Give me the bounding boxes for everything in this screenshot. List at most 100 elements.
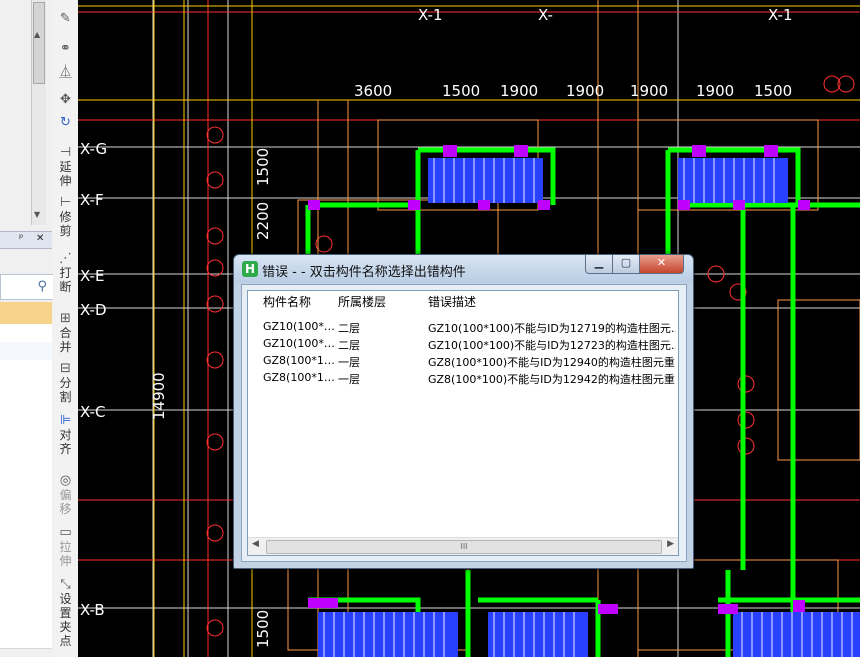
scroll-down-arrow-icon[interactable]: ▼	[34, 210, 40, 219]
list-item[interactable]	[0, 468, 52, 487]
minimize-icon: ▁	[594, 256, 604, 269]
dim-label: 14900	[150, 372, 168, 420]
merge-label-2: 并	[59, 340, 72, 354]
trim-icon: ⊢	[59, 195, 72, 210]
dim-label: 1500	[442, 82, 480, 100]
offset-button[interactable]: ◎ 偏移	[53, 474, 78, 517]
scroll-right-icon[interactable]: ▶	[667, 539, 674, 549]
error-dialog: H 错误 - - 双击构件名称选择出错构件 ▁ ▢ ✕ 构件名称 所属楼层 错误…	[233, 254, 694, 569]
dialog-client-area: 构件名称 所属楼层 错误描述 GZ10(100*… 二层 GZ10(100*10…	[241, 284, 687, 562]
pen-icon: ✎	[60, 11, 71, 26]
cell-name[interactable]: GZ10(100*…	[263, 337, 335, 350]
split-label-2: 割	[59, 390, 72, 404]
split-label-1: 分	[59, 376, 72, 390]
cell-floor: 一层	[338, 373, 360, 386]
list-item[interactable]	[0, 540, 52, 559]
minimize-button[interactable]: ▁	[585, 255, 613, 274]
list-item[interactable]	[0, 414, 52, 433]
axis-label: X-G	[80, 140, 107, 158]
split-icon: ⊟	[60, 361, 71, 376]
move-icon: ✥	[60, 92, 71, 107]
pin-icon[interactable]: ᵖ	[19, 233, 23, 244]
cell-desc: GZ10(100*100)不能与ID为12719的构造柱图元…	[428, 322, 676, 335]
stretch-icon: ▭	[59, 525, 72, 540]
axis-label: X-E	[80, 267, 104, 285]
set-grip-button[interactable]: ⤡ 设置夹点	[53, 577, 78, 649]
cell-floor: 一层	[338, 356, 360, 369]
panel-selected-row[interactable]	[0, 302, 52, 325]
stretch-label-2: 伸	[59, 554, 72, 568]
grip-label-1: 设	[59, 592, 72, 606]
list-item[interactable]	[0, 486, 52, 505]
axis-label: X-D	[80, 301, 107, 319]
list-item[interactable]	[0, 612, 52, 631]
scroll-thumb[interactable]: III	[266, 540, 662, 554]
column-header-desc[interactable]: 错误描述	[428, 293, 476, 310]
search-icon[interactable]: ⚲	[37, 279, 47, 294]
mirror-icon: ⏅	[58, 65, 72, 80]
copy-icon: ⚭	[60, 41, 71, 56]
list-item[interactable]	[0, 504, 52, 523]
left-dock-panel: ▲ ▼ ᵖ ✕ ⚲	[0, 0, 54, 657]
scroll-up-arrow-icon[interactable]: ▲	[34, 30, 40, 39]
merge-label-1: 合	[59, 326, 72, 340]
align-button[interactable]: ⊫ 对齐	[53, 413, 78, 457]
panel-scroll-thumb[interactable]	[33, 2, 45, 84]
list-item[interactable]	[0, 450, 52, 469]
list-item[interactable]	[0, 360, 52, 379]
rotate-icon: ↻	[60, 115, 71, 130]
list-item[interactable]	[0, 594, 52, 613]
dialog-title: 错误 - - 双击构件名称选择出错构件	[262, 265, 466, 280]
axis-label: X-	[538, 6, 553, 24]
merge-button[interactable]: ⊞ 合并	[53, 312, 78, 355]
align-label-2: 齐	[59, 442, 72, 456]
panel-search-input[interactable]: ⚲	[0, 274, 53, 300]
offset-label-1: 偏	[59, 488, 72, 502]
mirror-tool-button[interactable]: ⏅	[53, 66, 78, 80]
break-button[interactable]: ⋰ 打断	[53, 252, 78, 295]
list-item[interactable]	[0, 342, 52, 361]
cell-desc: GZ8(100*100)不能与ID为12940的构造柱图元重…	[428, 356, 676, 369]
extend-button[interactable]: ⊣ 延伸	[53, 146, 78, 189]
rotate-tool-button[interactable]: ↻	[53, 116, 78, 130]
scroll-left-icon[interactable]: ◀	[252, 539, 259, 549]
list-item[interactable]	[0, 378, 52, 397]
list-item[interactable]	[0, 630, 52, 649]
list-item[interactable]	[0, 522, 52, 541]
list-item[interactable]	[0, 324, 52, 343]
split-button[interactable]: ⊟ 分割	[53, 361, 78, 405]
list-item[interactable]	[0, 432, 52, 451]
cell-floor: 二层	[338, 339, 360, 352]
cell-name[interactable]: GZ8(100*1…	[263, 371, 335, 384]
list-item[interactable]	[0, 576, 52, 595]
list-item[interactable]	[0, 558, 52, 577]
trim-label-1: 修	[59, 210, 72, 224]
maximize-button[interactable]: ▢	[612, 255, 640, 274]
grip-label-3: 夹	[59, 620, 72, 634]
error-list[interactable]: 构件名称 所属楼层 错误描述 GZ10(100*… 二层 GZ10(100*10…	[247, 290, 679, 556]
cell-name[interactable]: GZ10(100*…	[263, 320, 335, 333]
close-panel-icon[interactable]: ✕	[36, 233, 44, 244]
cell-name[interactable]: GZ8(100*1…	[263, 354, 335, 367]
column-header-floor[interactable]: 所属楼层	[338, 293, 386, 310]
move-tool-button[interactable]: ✥	[53, 93, 78, 107]
grip-label-2: 置	[59, 606, 72, 620]
grip-icon: ⤡	[60, 577, 71, 592]
copy-tool-button[interactable]: ⚭	[53, 42, 78, 56]
pen-tool-button[interactable]: ✎	[53, 12, 78, 26]
dialog-titlebar[interactable]: H 错误 - - 双击构件名称选择出错构件 ▁ ▢ ✕	[234, 255, 693, 283]
dim-label: 1900	[630, 82, 668, 100]
horizontal-scrollbar[interactable]: ◀ III ▶	[248, 537, 678, 555]
align-label-1: 对	[59, 428, 72, 442]
trim-button[interactable]: ⊢ 修剪	[53, 195, 78, 239]
stretch-button[interactable]: ▭ 拉伸	[53, 525, 78, 569]
grip-label-4: 点	[59, 634, 72, 648]
dim-label: 2200	[254, 202, 272, 240]
dim-label: 1500	[754, 82, 792, 100]
column-header-name[interactable]: 构件名称	[263, 293, 311, 310]
align-icon: ⊫	[59, 413, 72, 428]
list-item[interactable]	[0, 396, 52, 415]
offset-label-2: 移	[59, 502, 72, 516]
dim-label: 1900	[696, 82, 734, 100]
close-button[interactable]: ✕	[639, 255, 684, 274]
